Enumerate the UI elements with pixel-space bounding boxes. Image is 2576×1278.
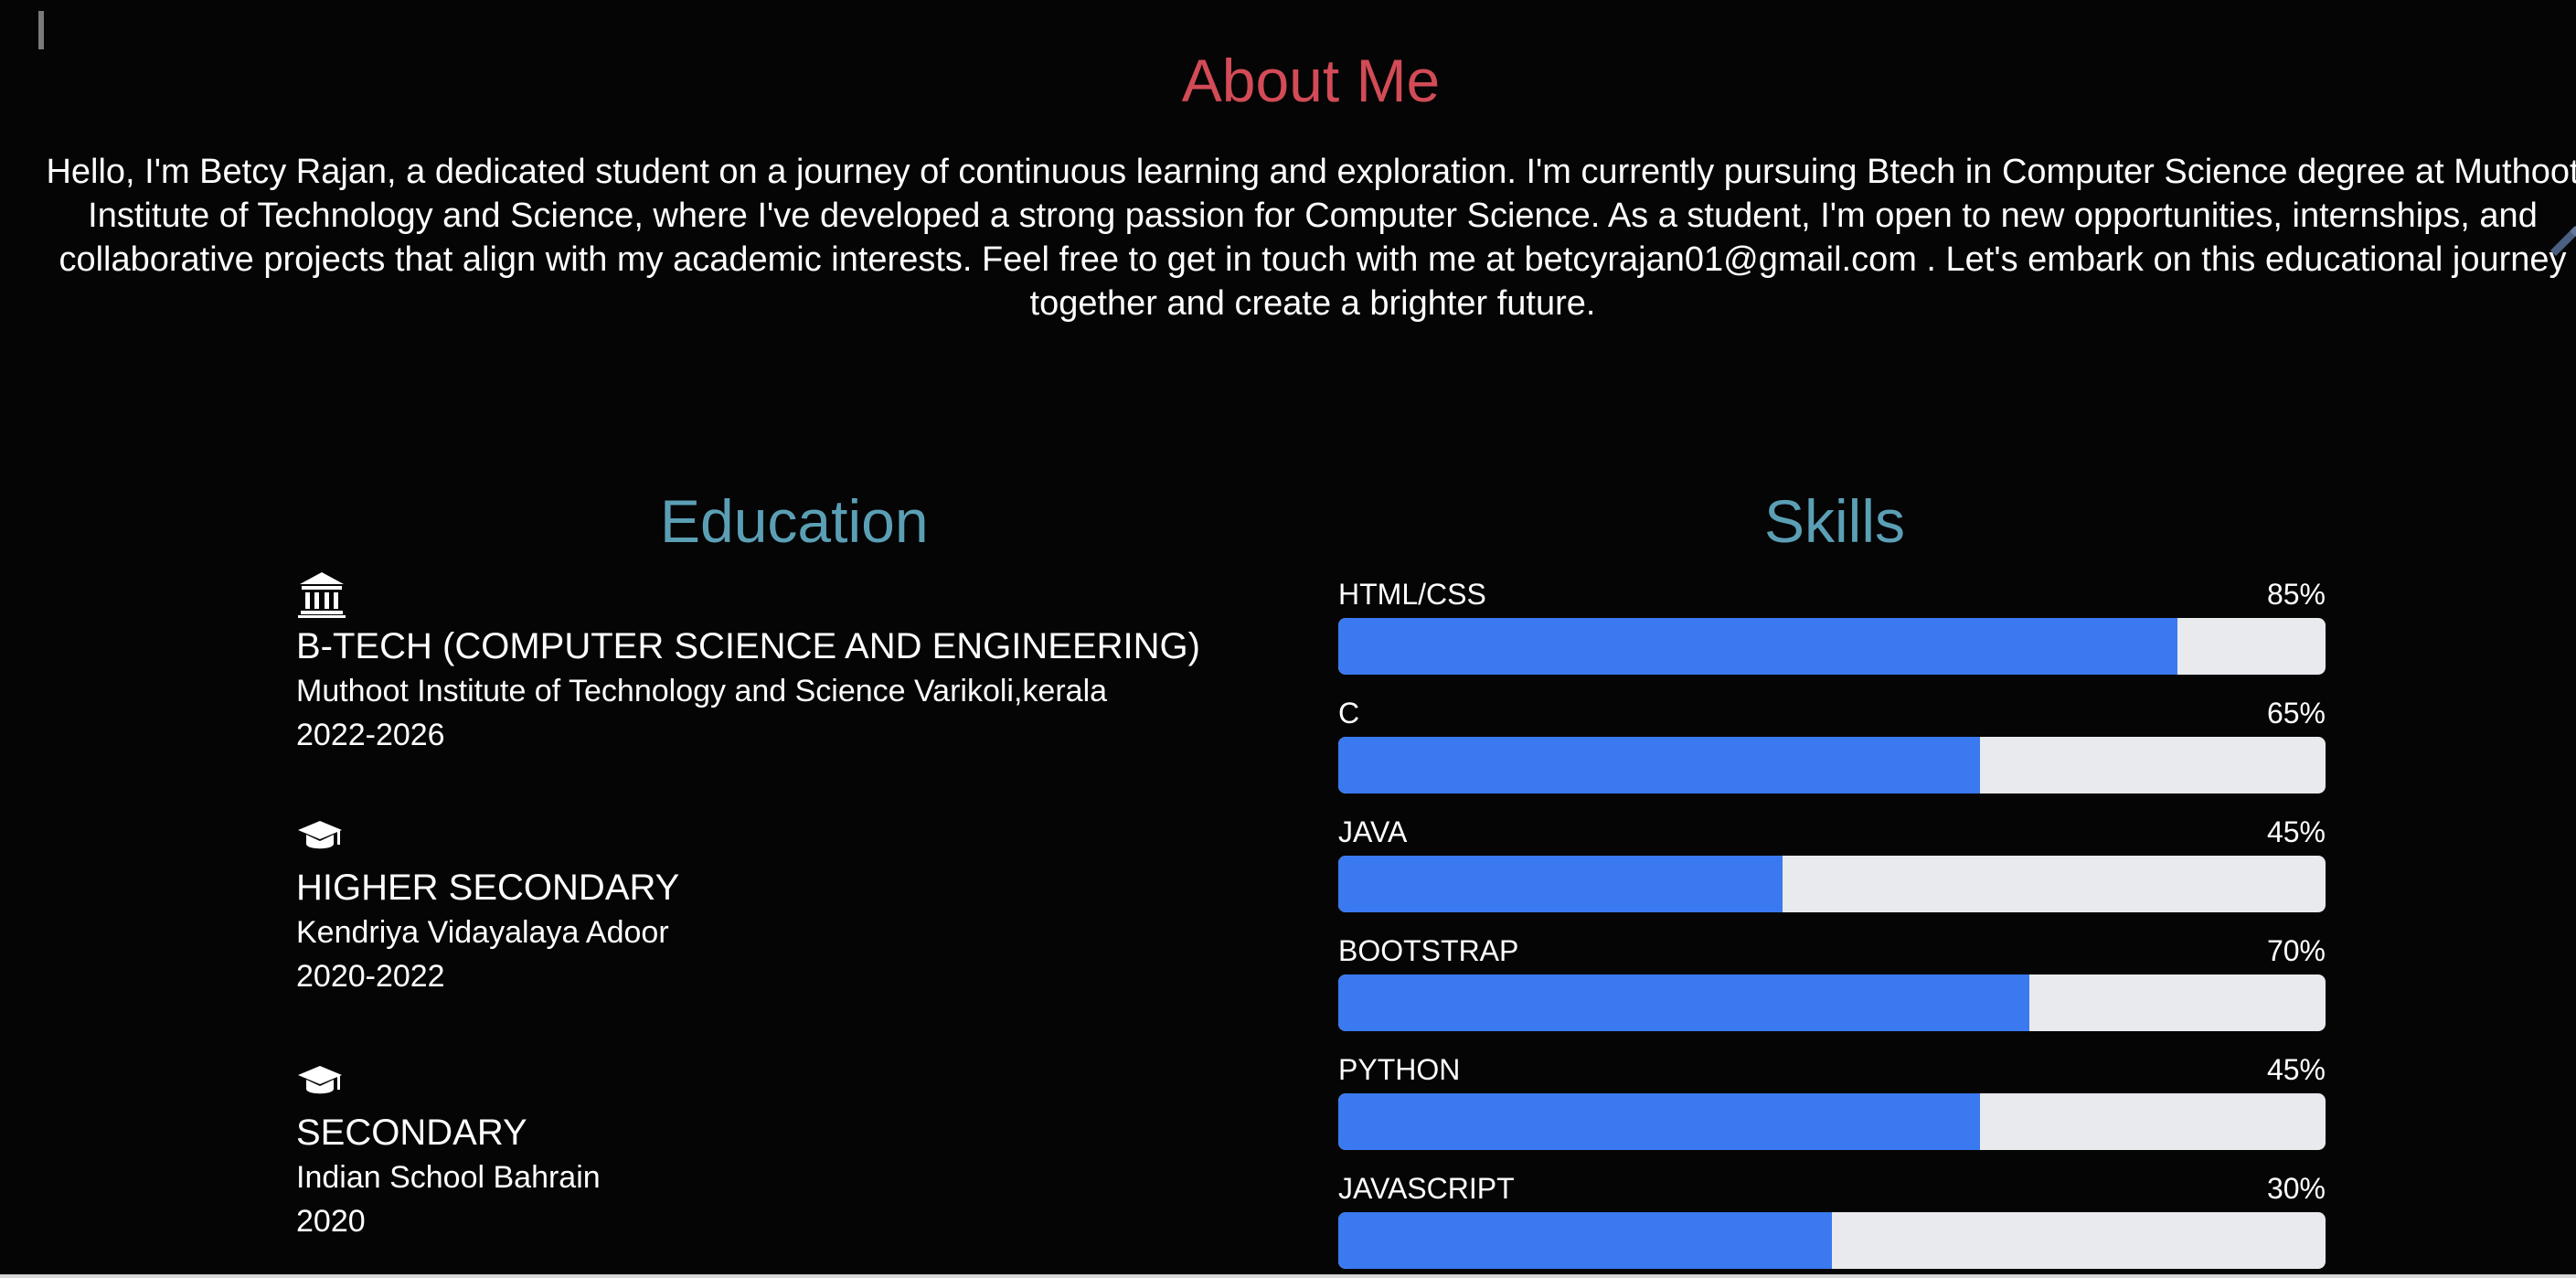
skill-header: PYTHON 45% xyxy=(1338,1051,2326,1093)
education-item: B-TECH (COMPUTER SCIENCE AND ENGINEERING… xyxy=(296,570,1247,815)
education-school: Kendriya Vidayalaya Adoor xyxy=(296,915,669,950)
skill-name: JAVA xyxy=(1338,815,1408,848)
skill-progress-track xyxy=(1338,1093,2326,1150)
skill-name: HTML/CSS xyxy=(1338,578,1486,611)
skill-progress-fill xyxy=(1338,618,2177,675)
skill-item: PYTHON 45% xyxy=(1338,1051,2326,1170)
education-item: SECONDARY Indian School Bahrain 2020 xyxy=(296,1060,1247,1278)
skill-percent: 65% xyxy=(2266,697,2326,730)
skill-progress-track xyxy=(1338,618,2326,675)
skill-header: BOOTSTRAP 70% xyxy=(1338,932,2326,974)
about-description: Hello, I'm Betcy Rajan, a dedicated stud… xyxy=(46,153,2576,323)
skill-name: JAVASCRIPT xyxy=(1338,1172,1515,1205)
portfolio-page: About Me Hello, I'm Betcy Rajan, a dedic… xyxy=(0,0,2576,1278)
skill-item: JAVA 45% xyxy=(1338,814,2326,932)
skill-progress-track xyxy=(1338,1212,2326,1269)
bottom-divider xyxy=(0,1274,2576,1278)
skill-header: HTML/CSS 85% xyxy=(1338,576,2326,618)
skill-progress-fill xyxy=(1338,974,2029,1031)
skill-progress-fill xyxy=(1338,737,1980,793)
education-degree: SECONDARY xyxy=(296,1113,527,1153)
skill-item: C 65% xyxy=(1338,695,2326,814)
skill-progress-fill xyxy=(1338,1212,1832,1269)
education-school: Muthoot Institute of Technology and Scie… xyxy=(296,674,1108,708)
education-years: 2020 xyxy=(296,1204,366,1239)
edit-icon[interactable] xyxy=(2541,219,2576,256)
skill-header: C 65% xyxy=(1338,695,2326,737)
graduation-cap-icon xyxy=(296,1060,344,1104)
skill-progress-fill xyxy=(1338,856,1783,912)
skill-header: JAVASCRIPT 30% xyxy=(1338,1170,2326,1212)
skill-header: JAVA 45% xyxy=(1338,814,2326,856)
skills-title: Skills xyxy=(1764,487,1906,555)
about-title: About Me xyxy=(1181,47,1441,114)
education-title: Education xyxy=(660,487,929,555)
skill-progress-fill xyxy=(1338,1093,1980,1150)
skill-percent: 30% xyxy=(2266,1172,2326,1205)
education-list: B-TECH (COMPUTER SCIENCE AND ENGINEERING… xyxy=(296,570,1247,1278)
skill-progress-track xyxy=(1338,737,2326,793)
skill-item: JAVASCRIPT 30% xyxy=(1338,1170,2326,1278)
education-degree: B-TECH (COMPUTER SCIENCE AND ENGINEERING… xyxy=(296,626,1200,666)
skill-percent: 45% xyxy=(2266,1053,2326,1086)
education-degree: HIGHER SECONDARY xyxy=(296,868,680,908)
education-years: 2022-2026 xyxy=(296,718,445,752)
graduation-cap-icon xyxy=(296,815,344,859)
skill-percent: 85% xyxy=(2266,578,2326,611)
skills-list: HTML/CSS 85% C 65% JAVA 45% BOOTSTRAP 70… xyxy=(1338,576,2326,1278)
skill-name: PYTHON xyxy=(1338,1053,1461,1086)
skill-progress-track xyxy=(1338,974,2326,1031)
skill-name: BOOTSTRAP xyxy=(1338,934,1519,967)
skill-item: BOOTSTRAP 70% xyxy=(1338,932,2326,1051)
education-school: Indian School Bahrain xyxy=(296,1160,601,1195)
education-years: 2020-2022 xyxy=(296,959,445,994)
skill-item: HTML/CSS 85% xyxy=(1338,576,2326,695)
skill-percent: 70% xyxy=(2266,934,2326,967)
institution-icon xyxy=(296,570,346,618)
text-cursor-mark xyxy=(38,11,44,49)
education-item: HIGHER SECONDARY Kendriya Vidayalaya Ado… xyxy=(296,815,1247,1060)
skill-name: C xyxy=(1338,697,1360,730)
skill-progress-track xyxy=(1338,856,2326,912)
skill-percent: 45% xyxy=(2266,815,2326,848)
